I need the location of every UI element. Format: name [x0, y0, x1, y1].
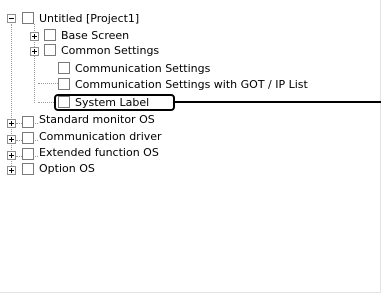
tree-node-label[interactable]: Untitled [Project1] [39, 12, 139, 25]
node-checkbox[interactable] [22, 163, 34, 175]
callout-highlight [54, 94, 175, 111]
collapse-icon[interactable] [7, 14, 16, 23]
expand-icon[interactable] [7, 119, 16, 128]
node-checkbox[interactable] [58, 78, 70, 90]
project-tree-panel: Untitled [Project1] Base Screen Common S… [0, 0, 381, 293]
node-checkbox[interactable] [22, 12, 34, 24]
node-checkbox[interactable] [22, 132, 34, 144]
expand-icon[interactable] [30, 32, 39, 41]
node-checkbox[interactable] [44, 44, 56, 56]
tree-node-label[interactable]: Communication driver [39, 130, 162, 143]
tree-node-label[interactable]: Common Settings [61, 44, 159, 57]
tree-node-label[interactable]: Extended function OS [39, 146, 159, 159]
node-checkbox[interactable] [22, 148, 34, 160]
tree-connector-h [38, 83, 58, 84]
tree-node-label[interactable]: Standard monitor OS [39, 113, 155, 126]
callout-leader-line [175, 101, 381, 103]
node-checkbox[interactable] [22, 116, 34, 128]
tree-node-label[interactable]: Base Screen [61, 29, 129, 42]
expand-icon[interactable] [7, 166, 16, 175]
expand-icon[interactable] [7, 151, 16, 160]
expand-icon[interactable] [7, 135, 16, 144]
tree-node-label[interactable]: Option OS [39, 162, 95, 175]
tree-node-label[interactable]: Communication Settings [75, 62, 210, 75]
node-checkbox[interactable] [58, 62, 70, 74]
tree-node-label[interactable]: Communication Settings with GOT / IP Lis… [75, 78, 308, 91]
node-checkbox[interactable] [44, 29, 56, 41]
expand-icon[interactable] [30, 47, 39, 56]
